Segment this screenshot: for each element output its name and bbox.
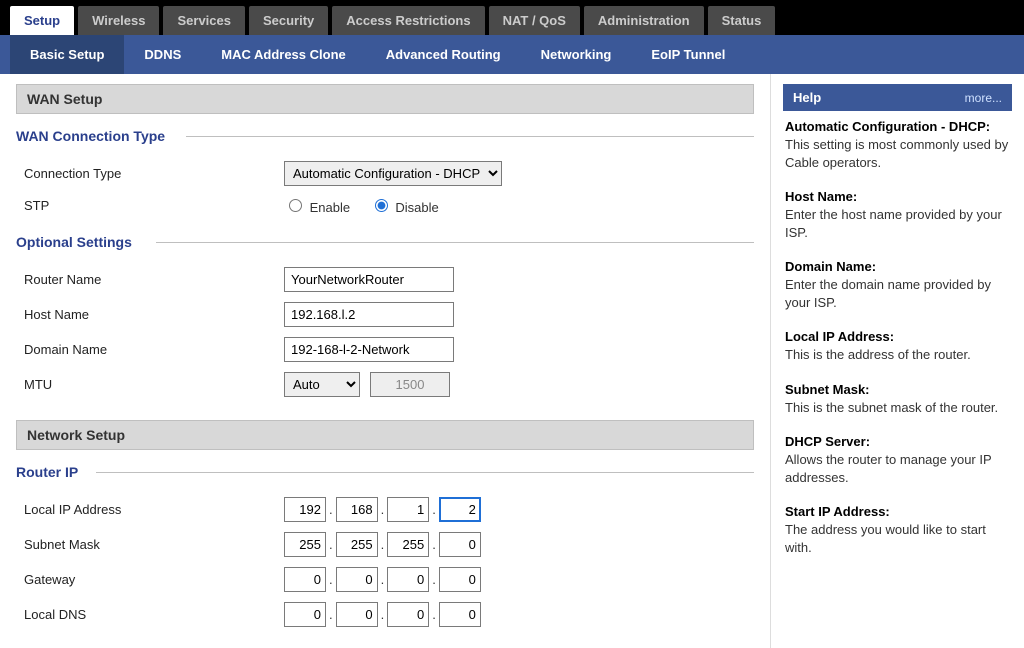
help-item-title: Start IP Address: <box>785 504 890 519</box>
help-item-dhcp-server: DHCP Server: Allows the router to manage… <box>785 434 1010 486</box>
local-ip-oct1[interactable] <box>284 497 326 522</box>
subnet-oct4[interactable] <box>439 532 481 557</box>
select-connection-type[interactable]: Automatic Configuration - DHCP <box>284 161 502 186</box>
help-item-title: DHCP Server: <box>785 434 870 449</box>
subtab-advanced-routing[interactable]: Advanced Routing <box>366 35 521 74</box>
subtab-mac-address[interactable]: MAC Address Clone <box>201 35 365 74</box>
label-local-dns: Local DNS <box>24 607 284 622</box>
label-host-name: Host Name <box>24 307 284 322</box>
help-item-body: The address you would like to start with… <box>785 521 1010 556</box>
group-wan-connection-type: WAN Connection Type <box>16 128 754 144</box>
help-item-body: This setting is most commonly used by Ca… <box>785 136 1010 171</box>
help-title: Help <box>793 90 821 105</box>
radio-stp-disable-label[interactable]: Disable <box>370 200 439 215</box>
input-router-name[interactable] <box>284 267 454 292</box>
help-more-link[interactable]: more... <box>965 91 1002 105</box>
help-item-body: This is the subnet mask of the router. <box>785 399 1010 417</box>
help-item-host-name: Host Name: Enter the host name provided … <box>785 189 1010 241</box>
help-panel: Help more... Automatic Configuration - D… <box>770 74 1024 648</box>
subtab-basic-setup[interactable]: Basic Setup <box>10 35 124 74</box>
subtab-networking[interactable]: Networking <box>521 35 632 74</box>
gateway-oct2[interactable] <box>336 567 378 592</box>
subnet-oct2[interactable] <box>336 532 378 557</box>
section-wan-setup: WAN Setup <box>16 84 754 114</box>
label-connection-type: Connection Type <box>24 166 284 181</box>
help-item-start-ip: Start IP Address: The address you would … <box>785 504 1010 556</box>
help-item-title: Local IP Address: <box>785 329 894 344</box>
local-dns-oct2[interactable] <box>336 602 378 627</box>
radio-stp-enable-label[interactable]: Enable <box>284 200 354 215</box>
label-mtu: MTU <box>24 377 284 392</box>
help-item-title: Automatic Configuration - DHCP: <box>785 119 990 134</box>
help-item-auto-dhcp: Automatic Configuration - DHCP: This set… <box>785 119 1010 171</box>
label-local-ip: Local IP Address <box>24 502 284 517</box>
select-mtu-mode[interactable]: Auto <box>284 372 360 397</box>
gateway-oct1[interactable] <box>284 567 326 592</box>
tab-services[interactable]: Services <box>163 6 245 35</box>
input-host-name[interactable] <box>284 302 454 327</box>
gateway-oct4[interactable] <box>439 567 481 592</box>
radio-stp-enable-text: Enable <box>310 200 350 215</box>
help-item-body: Allows the router to manage your IP addr… <box>785 451 1010 486</box>
help-item-body: Enter the domain name provided by your I… <box>785 276 1010 311</box>
help-item-local-ip: Local IP Address: This is the address of… <box>785 329 1010 364</box>
tab-security[interactable]: Security <box>249 6 328 35</box>
tab-nat-qos[interactable]: NAT / QoS <box>489 6 580 35</box>
input-domain-name[interactable] <box>284 337 454 362</box>
gateway-oct3[interactable] <box>387 567 429 592</box>
label-subnet-mask: Subnet Mask <box>24 537 284 552</box>
label-stp: STP <box>24 198 284 213</box>
tab-wireless[interactable]: Wireless <box>78 6 159 35</box>
local-dns-oct3[interactable] <box>387 602 429 627</box>
tab-setup[interactable]: Setup <box>10 6 74 35</box>
label-router-name: Router Name <box>24 272 284 287</box>
help-item-title: Subnet Mask: <box>785 382 870 397</box>
group-router-ip: Router IP <box>16 464 754 480</box>
subnet-oct1[interactable] <box>284 532 326 557</box>
local-ip-oct2[interactable] <box>336 497 378 522</box>
label-domain-name: Domain Name <box>24 342 284 357</box>
help-item-title: Host Name: <box>785 189 857 204</box>
subnet-oct3[interactable] <box>387 532 429 557</box>
group-optional-settings: Optional Settings <box>16 234 754 250</box>
help-item-body: This is the address of the router. <box>785 346 1010 364</box>
local-dns-oct4[interactable] <box>439 602 481 627</box>
radio-stp-disable-text: Disable <box>395 200 438 215</box>
radio-stp-enable[interactable] <box>289 199 302 212</box>
sub-tab-bar: Basic Setup DDNS MAC Address Clone Advan… <box>0 35 1024 74</box>
local-ip-oct3[interactable] <box>387 497 429 522</box>
local-ip-oct4[interactable] <box>439 497 481 522</box>
help-item-domain-name: Domain Name: Enter the domain name provi… <box>785 259 1010 311</box>
tab-status[interactable]: Status <box>708 6 776 35</box>
help-item-subnet: Subnet Mask: This is the subnet mask of … <box>785 382 1010 417</box>
tab-access[interactable]: Access Restrictions <box>332 6 484 35</box>
top-tab-bar: Setup Wireless Services Security Access … <box>0 0 1024 35</box>
input-mtu-value <box>370 372 450 397</box>
subtab-eoip-tunnel[interactable]: EoIP Tunnel <box>631 35 745 74</box>
local-dns-oct1[interactable] <box>284 602 326 627</box>
main-panel: WAN Setup WAN Connection Type Connection… <box>0 74 770 648</box>
help-item-title: Domain Name: <box>785 259 876 274</box>
tab-administration[interactable]: Administration <box>584 6 704 35</box>
label-gateway: Gateway <box>24 572 284 587</box>
section-network-setup: Network Setup <box>16 420 754 450</box>
subtab-ddns[interactable]: DDNS <box>124 35 201 74</box>
help-item-body: Enter the host name provided by your ISP… <box>785 206 1010 241</box>
radio-stp-disable[interactable] <box>375 199 388 212</box>
